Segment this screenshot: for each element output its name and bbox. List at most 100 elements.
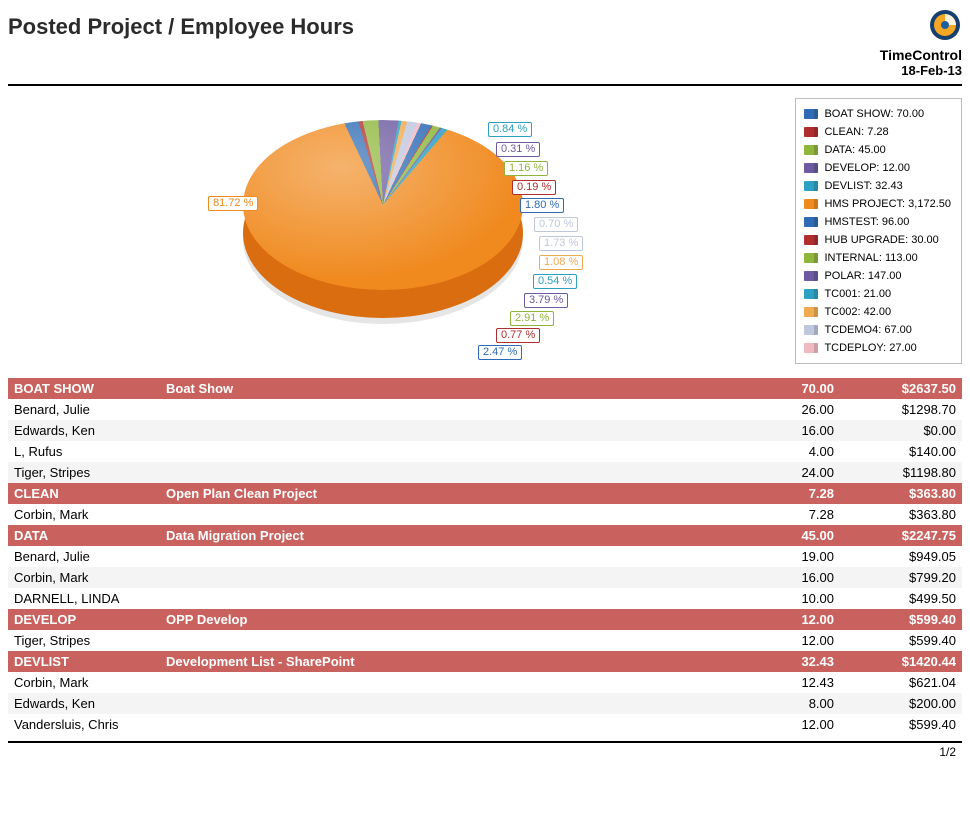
legend-item: INTERNAL: 113.00 — [804, 249, 951, 267]
row-hours: 19.00 — [738, 546, 840, 567]
legend-item: BOAT SHOW: 70.00 — [804, 105, 951, 123]
pie-callout: 1.73 % — [539, 236, 583, 251]
group-amount: $2637.50 — [840, 378, 962, 399]
legend-item: DATA: 45.00 — [804, 141, 951, 159]
row-amount: $1298.70 — [840, 399, 962, 420]
row-hours: 4.00 — [738, 441, 840, 462]
footer-rule — [8, 741, 962, 743]
group-name: Boat Show — [160, 378, 738, 399]
row-amount: $949.05 — [840, 546, 962, 567]
row-amount: $621.04 — [840, 672, 962, 693]
row-hours: 16.00 — [738, 420, 840, 441]
legend-label: HMSTEST: 96.00 — [824, 213, 909, 231]
employee-name: Vandersluis, Chris — [8, 714, 738, 735]
legend-swatch — [804, 307, 818, 317]
group-row: BOAT SHOWBoat Show70.00$2637.50 — [8, 378, 962, 399]
row-amount: $799.20 — [840, 567, 962, 588]
row-hours: 26.00 — [738, 399, 840, 420]
page-indicator: 1/2 — [8, 745, 962, 759]
pie-callout: 0.77 % — [496, 328, 540, 343]
group-row: CLEANOpen Plan Clean Project7.28$363.80 — [8, 483, 962, 504]
row-amount: $599.40 — [840, 630, 962, 651]
brand-icon — [928, 8, 962, 45]
legend-label: BOAT SHOW: 70.00 — [824, 105, 924, 123]
pie-callout: 2.91 % — [510, 311, 554, 326]
pie-callout: 1.08 % — [539, 255, 583, 270]
pie-callout: 3.79 % — [524, 293, 568, 308]
table-row: Edwards, Ken8.00$200.00 — [8, 693, 962, 714]
legend-label: INTERNAL: 113.00 — [824, 249, 917, 267]
row-amount: $499.50 — [840, 588, 962, 609]
employee-name: Edwards, Ken — [8, 693, 738, 714]
legend-label: HMS PROJECT: 3,172.50 — [824, 195, 951, 213]
row-amount: $1198.80 — [840, 462, 962, 483]
legend-item: TC001: 21.00 — [804, 285, 951, 303]
employee-name: Benard, Julie — [8, 399, 738, 420]
group-code: DATA — [8, 525, 160, 546]
legend-swatch — [804, 289, 818, 299]
legend-label: DEVLIST: 32.43 — [824, 177, 902, 195]
group-hours: 70.00 — [738, 378, 840, 399]
legend-swatch — [804, 253, 818, 263]
legend-label: TC002: 42.00 — [824, 303, 891, 321]
employee-name: Corbin, Mark — [8, 504, 738, 525]
table-row: Corbin, Mark16.00$799.20 — [8, 567, 962, 588]
table-row: Benard, Julie19.00$949.05 — [8, 546, 962, 567]
group-code: DEVELOP — [8, 609, 160, 630]
legend-label: DEVELOP: 12.00 — [824, 159, 910, 177]
row-hours: 8.00 — [738, 693, 840, 714]
page-title: Posted Project / Employee Hours — [8, 8, 354, 40]
pie-callout: 0.31 % — [496, 142, 540, 157]
group-row: DATAData Migration Project45.00$2247.75 — [8, 525, 962, 546]
pie-callout: 0.70 % — [534, 217, 578, 232]
pie-callout: 0.54 % — [533, 274, 577, 289]
row-hours: 24.00 — [738, 462, 840, 483]
table-row: Corbin, Mark12.43$621.04 — [8, 672, 962, 693]
employee-name: Tiger, Stripes — [8, 630, 738, 651]
row-amount: $599.40 — [840, 714, 962, 735]
table-row: Vandersluis, Chris12.00$599.40 — [8, 714, 962, 735]
legend-swatch — [804, 199, 818, 209]
employee-name: L, Rufus — [8, 441, 738, 462]
header-rule — [8, 84, 962, 86]
legend-item: TCDEPLOY: 27.00 — [804, 339, 951, 357]
row-amount: $200.00 — [840, 693, 962, 714]
employee-name: DARNELL, LINDA — [8, 588, 738, 609]
group-amount: $2247.75 — [840, 525, 962, 546]
legend-label: DATA: 45.00 — [824, 141, 885, 159]
group-code: BOAT SHOW — [8, 378, 160, 399]
brand-name: TimeControl — [880, 47, 962, 63]
employee-name: Corbin, Mark — [8, 672, 738, 693]
group-row: DEVELOPOPP Develop12.00$599.40 — [8, 609, 962, 630]
group-amount: $599.40 — [840, 609, 962, 630]
legend-swatch — [804, 325, 818, 335]
row-hours: 10.00 — [738, 588, 840, 609]
legend-swatch — [804, 145, 818, 155]
row-hours: 16.00 — [738, 567, 840, 588]
pie-legend: BOAT SHOW: 70.00CLEAN: 7.28DATA: 45.00DE… — [795, 98, 962, 364]
table-row: Edwards, Ken16.00$0.00 — [8, 420, 962, 441]
row-amount: $140.00 — [840, 441, 962, 462]
legend-swatch — [804, 343, 818, 353]
group-amount: $363.80 — [840, 483, 962, 504]
legend-item: HUB UPGRADE: 30.00 — [804, 231, 951, 249]
legend-swatch — [804, 127, 818, 137]
row-hours: 12.43 — [738, 672, 840, 693]
table-row: Tiger, Stripes12.00$599.40 — [8, 630, 962, 651]
report-table: BOAT SHOWBoat Show70.00$2637.50Benard, J… — [8, 378, 962, 735]
legend-label: TCDEPLOY: 27.00 — [824, 339, 916, 357]
legend-item: TCDEMO4: 67.00 — [804, 321, 951, 339]
row-hours: 12.00 — [738, 714, 840, 735]
row-amount: $363.80 — [840, 504, 962, 525]
legend-label: HUB UPGRADE: 30.00 — [824, 231, 938, 249]
legend-label: CLEAN: 7.28 — [824, 123, 888, 141]
row-hours: 12.00 — [738, 630, 840, 651]
legend-item: POLAR: 147.00 — [804, 267, 951, 285]
legend-swatch — [804, 163, 818, 173]
employee-name: Corbin, Mark — [8, 567, 738, 588]
table-row: Tiger, Stripes24.00$1198.80 — [8, 462, 962, 483]
group-hours: 45.00 — [738, 525, 840, 546]
group-name: Development List - SharePoint — [160, 651, 738, 672]
group-amount: $1420.44 — [840, 651, 962, 672]
legend-label: TCDEMO4: 67.00 — [824, 321, 911, 339]
